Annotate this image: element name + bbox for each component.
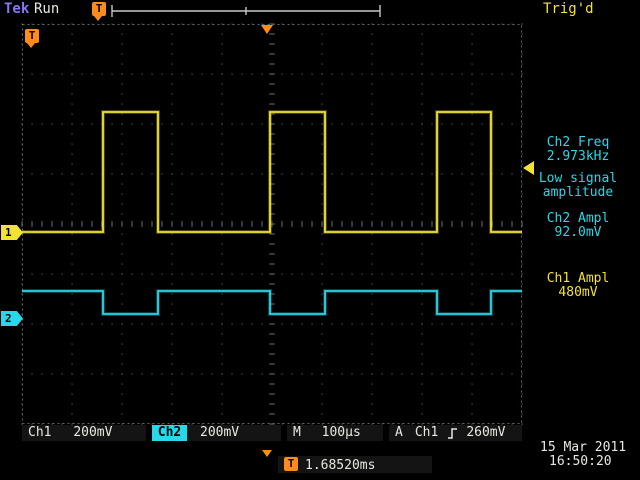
ch2-scale-readout: 200mV — [187, 425, 281, 441]
ch1-label: Ch1 — [28, 425, 51, 440]
ch2-freq-value: 2.973kHz — [518, 149, 638, 164]
trigger-readout: A Ch1 260mV — [389, 425, 522, 441]
ch1-ampl-label: Ch1 Ampl — [518, 271, 638, 286]
tek-logo: Tek — [4, 1, 29, 17]
ch1-scale: 200mV — [73, 425, 112, 440]
acquisition-status: Run — [34, 1, 59, 17]
ch1-scale-readout: Ch1 200mV — [22, 425, 146, 441]
delay-value: 1.68520ms — [305, 458, 375, 473]
graticule-and-traces — [0, 0, 640, 480]
warning-line1: Low signal — [518, 171, 638, 186]
trigger-level: 260mV — [466, 425, 505, 441]
delay-marker-icon: T — [284, 457, 298, 471]
rising-edge-icon — [447, 427, 458, 440]
ch2-label-chip: Ch2 — [152, 425, 187, 441]
trigger-position-marker — [261, 25, 273, 34]
ch1-ampl-value: 480mV — [518, 285, 638, 300]
ch2-ampl-label: Ch2 Ampl — [518, 211, 638, 226]
trigger-status: Trig'd — [543, 1, 594, 17]
ch2-freq-label: Ch2 Freq — [518, 135, 638, 150]
ch2-scale: 200mV — [200, 425, 239, 440]
record-trigger-flag-icon: T — [92, 2, 106, 16]
date-display: 15 Mar 2011 — [540, 440, 626, 455]
timebase-label: M — [293, 425, 301, 440]
oscilloscope-screen: Tek Run T Trig'd T 1 2 Ch2 Freq 2.973kHz… — [0, 0, 640, 480]
timebase-readout: M 100µs — [287, 425, 383, 441]
trigger-mode-label: A — [395, 425, 403, 441]
ch2-ampl-value: 92.0mV — [518, 225, 638, 240]
trigger-time-marker-icon: T — [25, 29, 39, 43]
timebase-value: 100µs — [322, 425, 361, 440]
trigger-source: Ch1 — [415, 425, 438, 441]
warning-line2: amplitude — [518, 185, 638, 200]
time-display: 16:50:20 — [549, 454, 612, 469]
delay-position-marker — [262, 450, 272, 457]
